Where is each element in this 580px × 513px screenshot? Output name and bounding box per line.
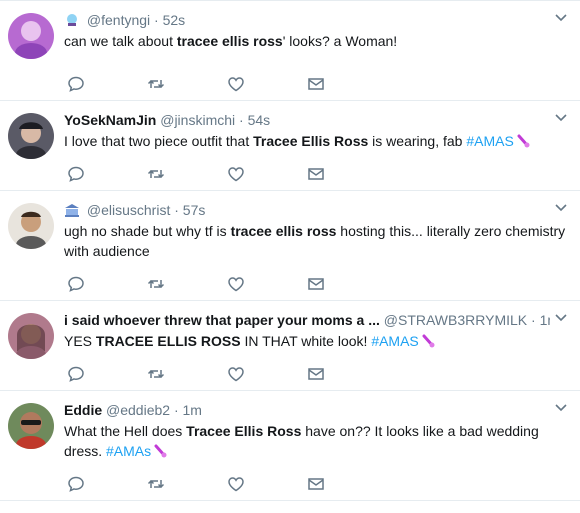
separator-dot: · — [173, 402, 179, 418]
chevron-down-icon[interactable] — [554, 313, 568, 323]
tweet-text: can we talk about tracee ellis ross' loo… — [64, 33, 398, 49]
retweet-icon[interactable] — [147, 475, 165, 493]
tweet-time[interactable]: 52s — [163, 12, 186, 28]
tweet-text: YES TRACEE ELLIS ROSS IN THAT white look… — [64, 331, 570, 351]
chevron-down-icon[interactable] — [554, 113, 568, 123]
reply-icon[interactable] — [67, 165, 85, 183]
tweet[interactable]: @elisuschrist · 57s ugh no shade but why… — [0, 191, 580, 301]
message-icon[interactable] — [307, 75, 325, 93]
tweet-actions — [64, 75, 344, 93]
like-icon[interactable] — [227, 165, 245, 183]
like-icon[interactable] — [227, 365, 245, 383]
message-icon[interactable] — [307, 165, 325, 183]
tweet-actions — [64, 475, 344, 493]
bank-emoji-icon — [64, 203, 80, 217]
tweet-text: What the Hell does Tracee Ellis Ross hav… — [64, 423, 539, 459]
tweet-author-name[interactable]: Eddie — [64, 402, 102, 418]
tweet-time[interactable]: 1m — [540, 312, 550, 328]
reply-icon[interactable] — [67, 75, 85, 93]
separator-dot: · — [174, 202, 179, 218]
tweet-handle[interactable]: @elisuschrist — [87, 202, 170, 218]
amas-hashtag-emoji-icon — [516, 133, 530, 148]
avatar[interactable] — [8, 313, 54, 359]
tweet-text: ugh no shade but why tf is tracee ellis … — [64, 223, 566, 259]
tweet-author-name[interactable]: i said whoever threw that paper your mom… — [64, 312, 380, 328]
tweet-header: @elisuschrist · 57s — [64, 201, 550, 219]
tweet-time[interactable]: 57s — [183, 202, 206, 218]
hashtag-link[interactable]: #AMAS — [371, 333, 418, 349]
separator-dot: · — [154, 12, 159, 28]
retweet-icon[interactable] — [147, 365, 165, 383]
tweet-handle[interactable]: @fentyngi — [87, 12, 150, 28]
tweet[interactable]: @fentyngi · 52s can we talk about tracee… — [0, 1, 580, 101]
tweet-time[interactable]: 54s — [248, 112, 271, 128]
message-icon[interactable] — [307, 365, 325, 383]
chevron-down-icon[interactable] — [554, 203, 568, 213]
tweet-actions — [64, 165, 344, 183]
reply-icon[interactable] — [67, 365, 85, 383]
crystal-ball-emoji-icon — [64, 13, 80, 27]
chevron-down-icon[interactable] — [554, 13, 568, 23]
tweet-handle[interactable]: @eddieb2 — [106, 402, 170, 418]
tweet-time[interactable]: 1m — [183, 402, 202, 418]
tweet-header: i said whoever threw that paper your mom… — [64, 311, 550, 329]
message-icon[interactable] — [307, 275, 325, 293]
separator-dot: · — [531, 312, 536, 328]
tweet-header: Eddie @eddieb2 · 1m — [64, 401, 550, 419]
retweet-icon[interactable] — [147, 75, 165, 93]
avatar[interactable] — [8, 113, 54, 159]
tweet-header: @fentyngi · 52s — [64, 11, 550, 29]
tweet-actions — [64, 365, 344, 383]
hashtag-link[interactable]: #AMAs — [106, 443, 151, 459]
message-icon[interactable] — [307, 475, 325, 493]
avatar[interactable] — [8, 403, 54, 449]
separator-dot: · — [239, 112, 244, 128]
tweet[interactable]: Eddie @eddieb2 · 1m What the Hell does T… — [0, 391, 580, 501]
like-icon[interactable] — [227, 275, 245, 293]
tweet-handle[interactable]: @jinskimchi — [160, 112, 235, 128]
tweet-handle[interactable]: @STRAWB3RRYMILK — [384, 312, 527, 328]
tweet-author-name[interactable]: YoSekNamJin — [64, 112, 156, 128]
tweet[interactable]: i said whoever threw that paper your mom… — [0, 301, 580, 391]
tweet[interactable]: YoSekNamJin @jinskimchi · 54s I love tha… — [0, 101, 580, 191]
retweet-icon[interactable] — [147, 275, 165, 293]
reply-icon[interactable] — [67, 275, 85, 293]
tweet-text: I love that two piece outfit that Tracee… — [64, 131, 570, 151]
tweet-feed: @fentyngi · 52s can we talk about tracee… — [0, 0, 580, 513]
amas-hashtag-emoji-icon — [421, 333, 435, 348]
amas-hashtag-emoji-icon — [153, 443, 167, 458]
avatar[interactable] — [8, 13, 54, 59]
reply-icon[interactable] — [67, 475, 85, 493]
avatar[interactable] — [8, 203, 54, 249]
tweet-header: YoSekNamJin @jinskimchi · 54s — [64, 111, 550, 129]
hashtag-link[interactable]: #AMAS — [466, 133, 513, 149]
retweet-icon[interactable] — [147, 165, 165, 183]
like-icon[interactable] — [227, 75, 245, 93]
like-icon[interactable] — [227, 475, 245, 493]
tweet-actions — [64, 275, 344, 293]
chevron-down-icon[interactable] — [554, 403, 568, 413]
